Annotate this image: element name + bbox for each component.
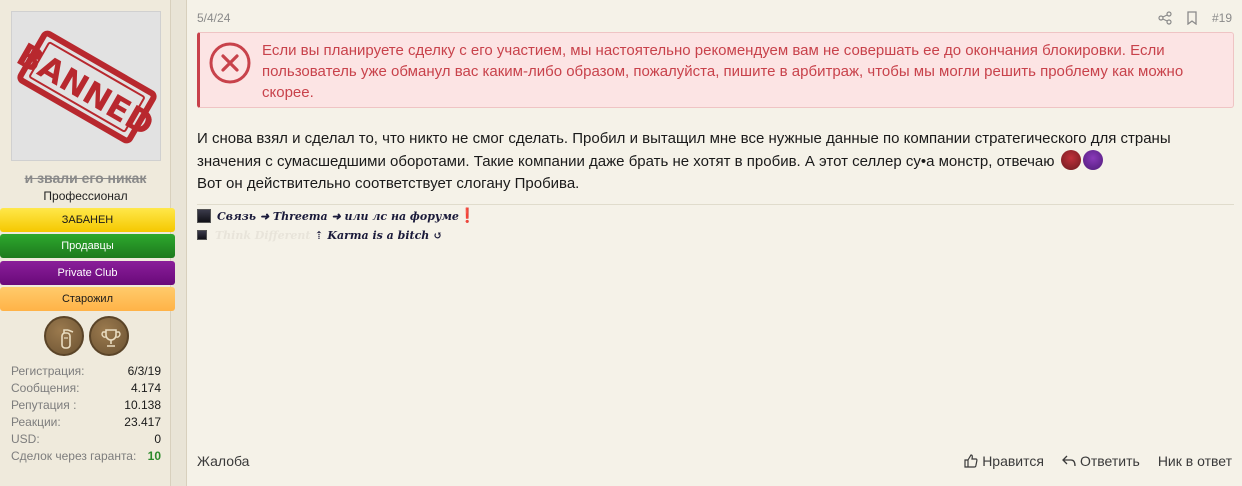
stat-escrow-deals: Сделок через гаранта: 10 — [11, 449, 161, 463]
thumbs-up-icon — [964, 454, 978, 468]
banned-stamp-icon: BANNED — [12, 30, 160, 144]
alert-text: Если вы планируете сделку с его участием… — [262, 42, 1184, 101]
quote-nick-button[interactable]: Ник в ответ — [1158, 453, 1232, 469]
user-panel: BANNED и звали его никак Профессионал ЗА… — [0, 0, 175, 486]
post-body: И снова взял и сделал то, что никто не с… — [197, 128, 1227, 195]
black-square-icon — [197, 209, 211, 223]
like-button[interactable]: Нравится — [964, 453, 1044, 469]
post-number[interactable]: #19 — [1212, 11, 1232, 25]
cup-icon — [101, 329, 121, 347]
trophy-fire-extinguisher[interactable] — [44, 316, 84, 356]
share-icon[interactable] — [1158, 11, 1172, 25]
stat-registration: Регистрация: 6/3/19 — [11, 364, 161, 378]
stat-reactions: Реакции: 23.417 — [11, 415, 161, 429]
user-title: Профессионал — [43, 189, 128, 203]
banner-private-club: Private Club — [0, 261, 175, 285]
devil-emoji-icon — [1082, 150, 1103, 170]
post-body-line-1: И снова взял и сделал то, что никто не с… — [197, 130, 1171, 170]
report-link[interactable]: Жалоба — [197, 453, 249, 469]
stat-messages: Сообщения: 4.174 — [11, 381, 161, 395]
banner-banned: ЗАБАНЕН — [0, 208, 175, 232]
user-stats: Регистрация: 6/3/19 Сообщения: 4.174 Реп… — [11, 363, 161, 465]
ogre-emoji-icon — [1060, 150, 1081, 170]
reply-button[interactable]: Ответить — [1062, 453, 1140, 469]
signature-line-2: Think Different ⇡ Karma is a bitch ↺ — [197, 229, 442, 242]
hidden-slogan: Think Different — [215, 229, 311, 242]
post-footer-actions: Нравится Ответить Ник в ответ — [964, 453, 1232, 469]
fire-extinguisher-icon — [61, 329, 74, 349]
error-circle-icon — [209, 42, 251, 84]
post-date[interactable]: 5/4/24 — [197, 11, 230, 25]
stat-usd: USD: 0 — [11, 432, 161, 446]
post-actions: #19 — [1158, 11, 1232, 25]
post-body-line-2: Вот он действительно соответствует слога… — [197, 175, 580, 192]
bookmark-icon[interactable] — [1186, 11, 1198, 25]
reply-icon — [1062, 455, 1076, 467]
signature-divider — [197, 204, 1234, 205]
stat-reputation: Репутация : 10.138 — [11, 398, 161, 412]
banner-sellers: Продавцы — [0, 234, 175, 258]
banner-oldtimer: Старожил — [0, 287, 175, 311]
ban-warning-alert: Если вы планируете сделку с его участием… — [197, 32, 1234, 108]
trophy-cup[interactable] — [89, 316, 129, 356]
post: 5/4/24 #19 Если вы планируете сделку с е… — [186, 0, 1242, 486]
black-square-icon — [197, 230, 207, 240]
username[interactable]: и звали его никак — [0, 170, 171, 186]
exclamation-icon: ❗ — [458, 208, 477, 224]
avatar[interactable]: BANNED — [11, 11, 161, 161]
signature-line-1: Связь ➜ Threema ➜ или лс на форуме❗ — [197, 208, 476, 224]
